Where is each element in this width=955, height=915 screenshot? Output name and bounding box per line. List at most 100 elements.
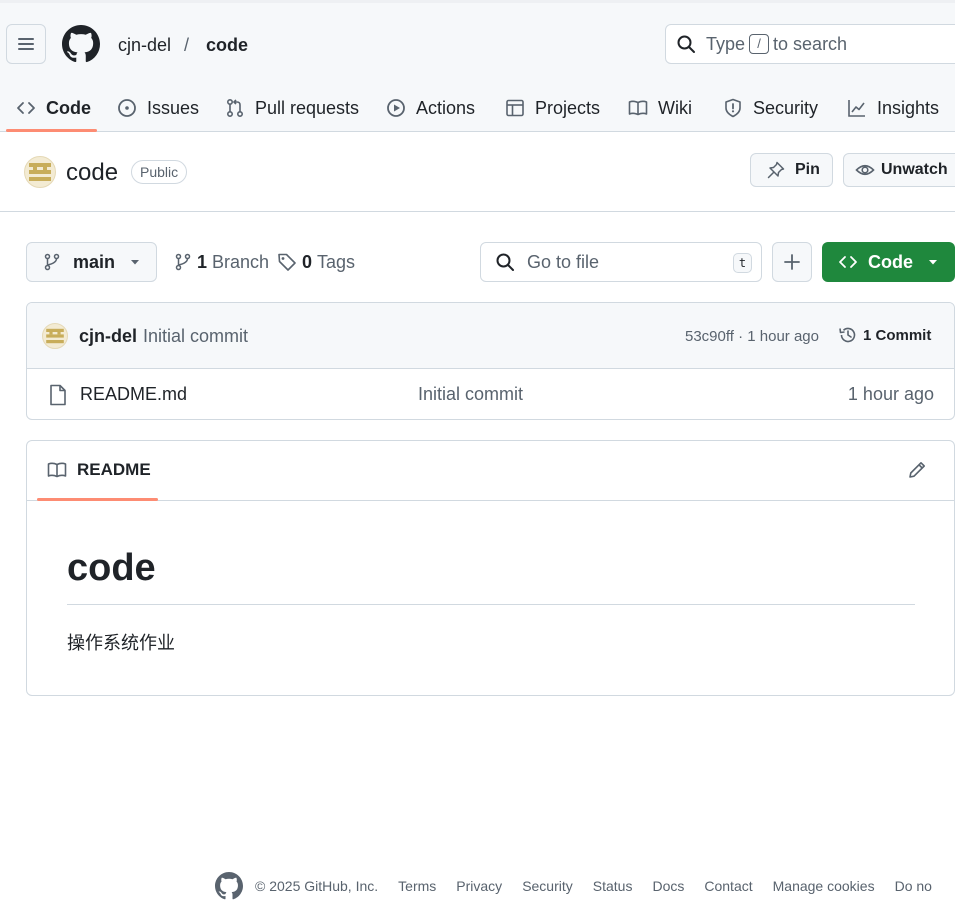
footer-link-status[interactable]: Status xyxy=(593,878,633,894)
search-icon xyxy=(496,253,514,271)
book-icon xyxy=(628,100,648,116)
footer-link-do-not-share[interactable]: Do no xyxy=(895,878,932,894)
readme-tab-bar: README xyxy=(27,441,954,501)
unwatch-label: Unwatch xyxy=(881,161,948,178)
tag-count: 0 xyxy=(302,252,313,272)
footer-link-manage-cookies[interactable]: Manage cookies xyxy=(773,878,875,894)
graph-icon xyxy=(848,100,865,117)
commit-author[interactable]: cjn-del xyxy=(79,326,137,347)
add-file-button[interactable] xyxy=(772,242,812,282)
tab-label: Code xyxy=(46,97,91,118)
tags-link[interactable]: 0 Tags xyxy=(277,251,355,273)
search-icon xyxy=(677,35,695,53)
tab-issues[interactable]: Issues xyxy=(117,82,199,134)
github-logo-icon[interactable] xyxy=(62,25,100,63)
pin-button[interactable]: Pin xyxy=(750,153,833,187)
play-icon xyxy=(387,99,405,117)
pencil-icon[interactable] xyxy=(907,460,927,480)
latest-commit-bar: cjn-del Initial commit 53c90ff · 1 hour … xyxy=(27,303,954,369)
tab-label: Issues xyxy=(147,97,200,118)
footer-link-docs[interactable]: Docs xyxy=(652,878,684,894)
footer-link-security[interactable]: Security xyxy=(522,878,573,894)
breadcrumb-owner[interactable]: cjn-del xyxy=(118,34,171,56)
search-hint-after: to search xyxy=(773,33,848,54)
readme-tab-indicator xyxy=(37,498,158,501)
tab-actions[interactable]: Actions xyxy=(386,82,475,134)
tag-icon xyxy=(278,253,296,271)
visibility-badge: Public xyxy=(131,160,188,184)
tab-wiki[interactable]: Wiki xyxy=(628,82,692,134)
global-header: cjn-del / code Type / to search Code Iss… xyxy=(0,0,955,132)
pin-label: Pin xyxy=(795,161,820,178)
breadcrumb-separator: / xyxy=(184,35,190,55)
code-icon xyxy=(839,256,857,268)
issue-opened-icon xyxy=(118,99,136,117)
code-icon xyxy=(17,102,35,114)
branch-selector-button[interactable]: main xyxy=(26,242,157,282)
tab-label: Pull requests xyxy=(255,97,360,118)
commit-sha-time[interactable]: 53c90ff · 1 hour ago xyxy=(685,328,819,345)
triangle-down-icon xyxy=(929,260,937,265)
footer-link-terms[interactable]: Terms xyxy=(398,878,436,894)
owner-avatar[interactable] xyxy=(24,156,56,188)
breadcrumb-repo[interactable]: code xyxy=(206,34,248,56)
tag-count-label: Tags xyxy=(317,252,356,272)
git-branch-icon xyxy=(175,253,191,271)
tab-label: Security xyxy=(753,97,819,118)
file-browser: cjn-del Initial commit 53c90ff · 1 hour … xyxy=(26,302,955,420)
file-commit-message[interactable]: Initial commit xyxy=(418,384,523,405)
commit-message[interactable]: Initial commit xyxy=(143,326,248,347)
file-row[interactable]: README.md Initial commit 1 hour ago xyxy=(27,369,954,419)
footer-link-contact[interactable]: Contact xyxy=(704,878,752,894)
commit-author-avatar[interactable] xyxy=(42,323,68,349)
tab-security[interactable]: Security xyxy=(723,82,818,134)
plus-icon xyxy=(784,254,800,270)
readme-tab[interactable]: README xyxy=(47,460,151,480)
readme-tab-label: README xyxy=(77,460,151,479)
footer-link-privacy[interactable]: Privacy xyxy=(456,878,502,894)
git-pull-request-icon xyxy=(226,98,244,118)
table-icon xyxy=(506,99,524,117)
branch-count-label: Branch xyxy=(212,252,270,272)
branch-count: 1 xyxy=(197,252,208,272)
go-to-file-placeholder: Go to file xyxy=(527,251,600,272)
history-icon xyxy=(839,327,856,343)
hamburger-menu-button[interactable] xyxy=(6,24,46,64)
branches-link[interactable]: 1 Branch xyxy=(174,251,269,273)
tab-insights[interactable]: Insights xyxy=(847,82,939,134)
triangle-down-icon xyxy=(131,260,140,265)
branch-name: main xyxy=(73,251,116,272)
file-icon xyxy=(50,384,66,406)
shield-icon xyxy=(725,98,741,118)
tab-label: Insights xyxy=(877,97,940,118)
tab-code[interactable]: Code xyxy=(16,82,91,134)
eye-icon xyxy=(855,164,875,176)
tab-pull-requests[interactable]: Pull requests xyxy=(225,82,359,134)
repo-name[interactable]: code xyxy=(66,159,118,187)
readme-body-text: 操作系统作业 xyxy=(67,633,175,654)
footer-copyright: © 2025 GitHub, Inc. xyxy=(255,878,379,894)
tab-projects[interactable]: Projects xyxy=(505,82,600,134)
pin-icon xyxy=(767,161,785,179)
site-footer: © 2025 GitHub, Inc. Terms Privacy Securi… xyxy=(215,871,952,901)
file-name[interactable]: README.md xyxy=(80,384,187,405)
global-search-input[interactable]: Type / to search xyxy=(665,24,955,64)
search-shortcut-key: / xyxy=(749,34,770,54)
tab-label: Projects xyxy=(535,97,601,118)
go-to-file-shortcut: t xyxy=(733,253,752,273)
three-bars-icon xyxy=(18,38,34,50)
commits-history-link[interactable]: 1 Commit xyxy=(838,325,931,345)
go-to-file-input[interactable]: Go to file t xyxy=(480,242,762,282)
tab-label: Wiki xyxy=(658,97,692,118)
tab-label: Actions xyxy=(416,97,476,118)
code-button-label: Code xyxy=(868,251,913,272)
heading-divider xyxy=(67,604,915,605)
unwatch-button[interactable]: Unwatch xyxy=(843,153,955,187)
github-logo-icon[interactable] xyxy=(215,872,243,900)
code-dropdown-button[interactable]: Code xyxy=(822,242,955,282)
book-icon xyxy=(47,462,67,478)
repo-nav: Code Issues Pull requests Actions Projec… xyxy=(0,82,955,135)
file-commit-time: 1 hour ago xyxy=(847,384,934,404)
search-hint-before: Type xyxy=(706,33,746,54)
readme-panel: README code 操作系统作业 xyxy=(26,440,955,696)
